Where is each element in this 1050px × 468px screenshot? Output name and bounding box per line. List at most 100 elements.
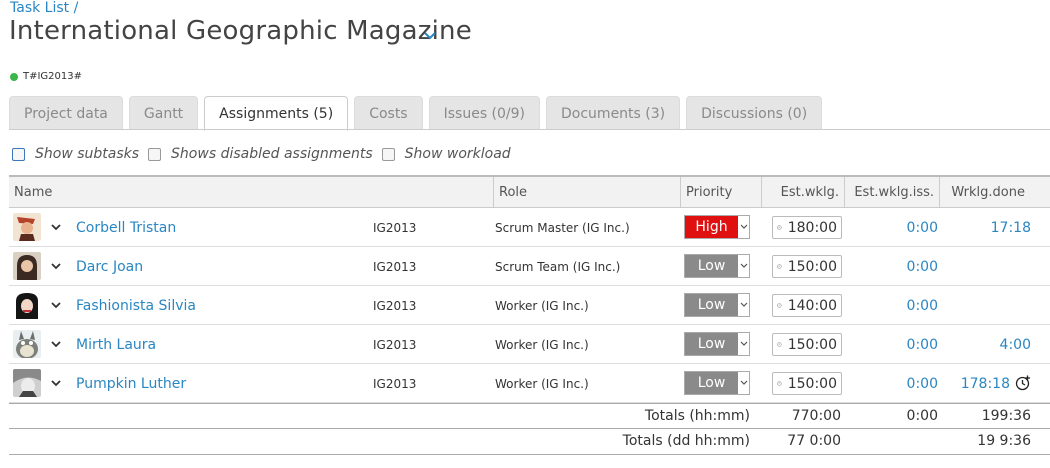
task-code: IG2013: [373, 298, 417, 313]
estimated-worklog-field[interactable]: 180:00: [772, 216, 842, 239]
priority-value: Low: [685, 294, 738, 316]
priority-select[interactable]: Low: [684, 371, 750, 395]
worklog-done[interactable]: 178:18: [961, 364, 1010, 403]
column-header-name[interactable]: Name: [9, 177, 493, 208]
column-header-priority[interactable]: Priority: [680, 177, 761, 208]
estimated-worklog-field[interactable]: 150:00: [772, 333, 842, 356]
chevron-down-icon[interactable]: [738, 333, 749, 355]
estimated-worklog-value: 140:00: [787, 297, 837, 314]
assignee-name-link[interactable]: Pumpkin Luther: [76, 364, 186, 403]
show-workload-option[interactable]: Show workload: [381, 146, 511, 162]
avatar[interactable]: [13, 330, 41, 358]
totals-label: Totals (dd hh:mm): [622, 433, 750, 449]
clock-icon: [777, 342, 782, 347]
assignee-name-link[interactable]: Corbell Tristan: [76, 208, 176, 247]
totals-row-ddhhmm: Totals (dd hh:mm) 77 0:00 19 9:36: [9, 429, 1050, 455]
chevron-down-icon[interactable]: [738, 372, 749, 394]
page-title: International Geographic Magazine: [9, 16, 472, 46]
estimated-worklog-field[interactable]: 150:00: [772, 255, 842, 278]
chevron-down-icon[interactable]: [738, 255, 749, 277]
tabs-divider: [9, 129, 1050, 130]
tab-project-data[interactable]: Project data: [9, 96, 123, 130]
task-code: IG2013: [373, 220, 417, 235]
tab-documents[interactable]: Documents (3): [546, 96, 681, 130]
chevron-down-icon[interactable]: [50, 377, 62, 389]
assignee-name-link[interactable]: Fashionista Silvia: [76, 286, 196, 325]
estimated-worklog-field[interactable]: 150:00: [772, 372, 842, 395]
estimated-worklog-issues[interactable]: 0:00: [907, 208, 938, 247]
totals-est-iss: 0:00: [906, 408, 938, 424]
clock-icon: [777, 303, 782, 308]
avatar[interactable]: [13, 291, 41, 319]
priority-value: High: [685, 216, 738, 238]
priority-select[interactable]: High: [684, 215, 750, 239]
priority-select[interactable]: Low: [684, 254, 750, 278]
estimated-worklog-value: 150:00: [787, 375, 837, 392]
clock-icon: [777, 225, 782, 230]
estimated-worklog-field[interactable]: 140:00: [772, 294, 842, 317]
avatar[interactable]: [13, 213, 41, 241]
chevron-down-icon[interactable]: [738, 294, 749, 316]
status-dot-icon: [10, 72, 18, 81]
estimated-worklog-value: 150:00: [787, 336, 837, 353]
column-header-done[interactable]: Wrklg.done: [939, 177, 1030, 208]
breadcrumb[interactable]: Task List /: [10, 0, 78, 16]
worklog-done[interactable]: 17:18: [991, 208, 1031, 247]
chevron-down-icon[interactable]: [423, 29, 437, 43]
column-header-role[interactable]: Role: [493, 177, 680, 208]
assignee-name-link[interactable]: Darc Joan: [76, 247, 143, 286]
show-workload-checkbox[interactable]: [381, 147, 395, 161]
assignments-table: Name Role Priority Est.wklg. Est.wklg.is…: [9, 175, 1050, 455]
column-header-est-iss[interactable]: Est.wklg.iss.: [844, 177, 939, 208]
tab-bar: Project data Gantt Assignments (5) Costs…: [9, 96, 828, 131]
worklog-done[interactable]: 4:00: [1000, 325, 1031, 364]
show-subtasks-label: Show subtasks: [35, 146, 140, 162]
totals-done: 199:36: [981, 408, 1031, 424]
tab-discussions[interactable]: Discussions (0): [686, 96, 823, 130]
tab-gantt[interactable]: Gantt: [128, 96, 199, 130]
avatar[interactable]: [13, 252, 41, 280]
show-subtasks-option[interactable]: Show subtasks: [12, 146, 139, 162]
estimated-worklog-issues[interactable]: 0:00: [907, 247, 938, 286]
estimated-worklog-issues[interactable]: 0:00: [907, 286, 938, 325]
priority-select[interactable]: Low: [684, 332, 750, 356]
avatar[interactable]: [13, 369, 41, 397]
column-header-est[interactable]: Est.wklg.: [761, 177, 844, 208]
priority-value: Low: [685, 255, 738, 277]
role-value: Worker (IG Inc.): [495, 376, 589, 391]
tab-costs[interactable]: Costs: [354, 96, 423, 130]
table-row: Corbell Tristan IG2013 Scrum Master (IG …: [9, 208, 1050, 247]
table-row: Mirth Laura IG2013 Worker (IG Inc.) Low …: [9, 325, 1050, 364]
table-header: Name Role Priority Est.wklg. Est.wklg.is…: [9, 175, 1050, 208]
estimated-worklog-issues[interactable]: 0:00: [907, 364, 938, 403]
project-code: T#IG2013#: [10, 71, 82, 82]
priority-select[interactable]: Low: [684, 293, 750, 317]
show-workload-label: Show workload: [404, 146, 511, 162]
role-value: Worker (IG Inc.): [495, 337, 589, 352]
show-disabled-option[interactable]: Shows disabled assignments: [148, 146, 373, 162]
priority-value: Low: [685, 372, 738, 394]
clock-icon: [777, 264, 782, 269]
role-value: Scrum Team (IG Inc.): [495, 259, 621, 274]
tab-assignments[interactable]: Assignments (5): [204, 96, 349, 131]
show-disabled-checkbox[interactable]: [148, 147, 162, 161]
options-bar: Show subtasks Shows disabled assignments…: [12, 146, 520, 162]
role-value: Scrum Master (IG Inc.): [495, 220, 630, 235]
estimated-worklog-value: 180:00: [787, 219, 837, 236]
assignee-name-link[interactable]: Mirth Laura: [76, 325, 156, 364]
chevron-down-icon[interactable]: [50, 299, 62, 311]
task-code: IG2013: [373, 259, 417, 274]
tab-issues[interactable]: Issues (0/9): [428, 96, 541, 130]
chevron-down-icon[interactable]: [738, 216, 749, 238]
table-row: Pumpkin Luther IG2013 Worker (IG Inc.) L…: [9, 364, 1050, 403]
table-row: Darc Joan IG2013 Scrum Team (IG Inc.) Lo…: [9, 247, 1050, 286]
totals-row-hhmm: Totals (hh:mm) 770:00 0:00 199:36: [9, 403, 1050, 429]
add-worklog-icon[interactable]: [1015, 375, 1031, 391]
chevron-down-icon[interactable]: [50, 338, 62, 350]
show-disabled-label: Shows disabled assignments: [171, 146, 373, 162]
chevron-down-icon[interactable]: [50, 260, 62, 272]
show-subtasks-checkbox[interactable]: [12, 147, 25, 161]
estimated-worklog-value: 150:00: [787, 258, 837, 275]
chevron-down-icon[interactable]: [50, 221, 62, 233]
estimated-worklog-issues[interactable]: 0:00: [907, 325, 938, 364]
